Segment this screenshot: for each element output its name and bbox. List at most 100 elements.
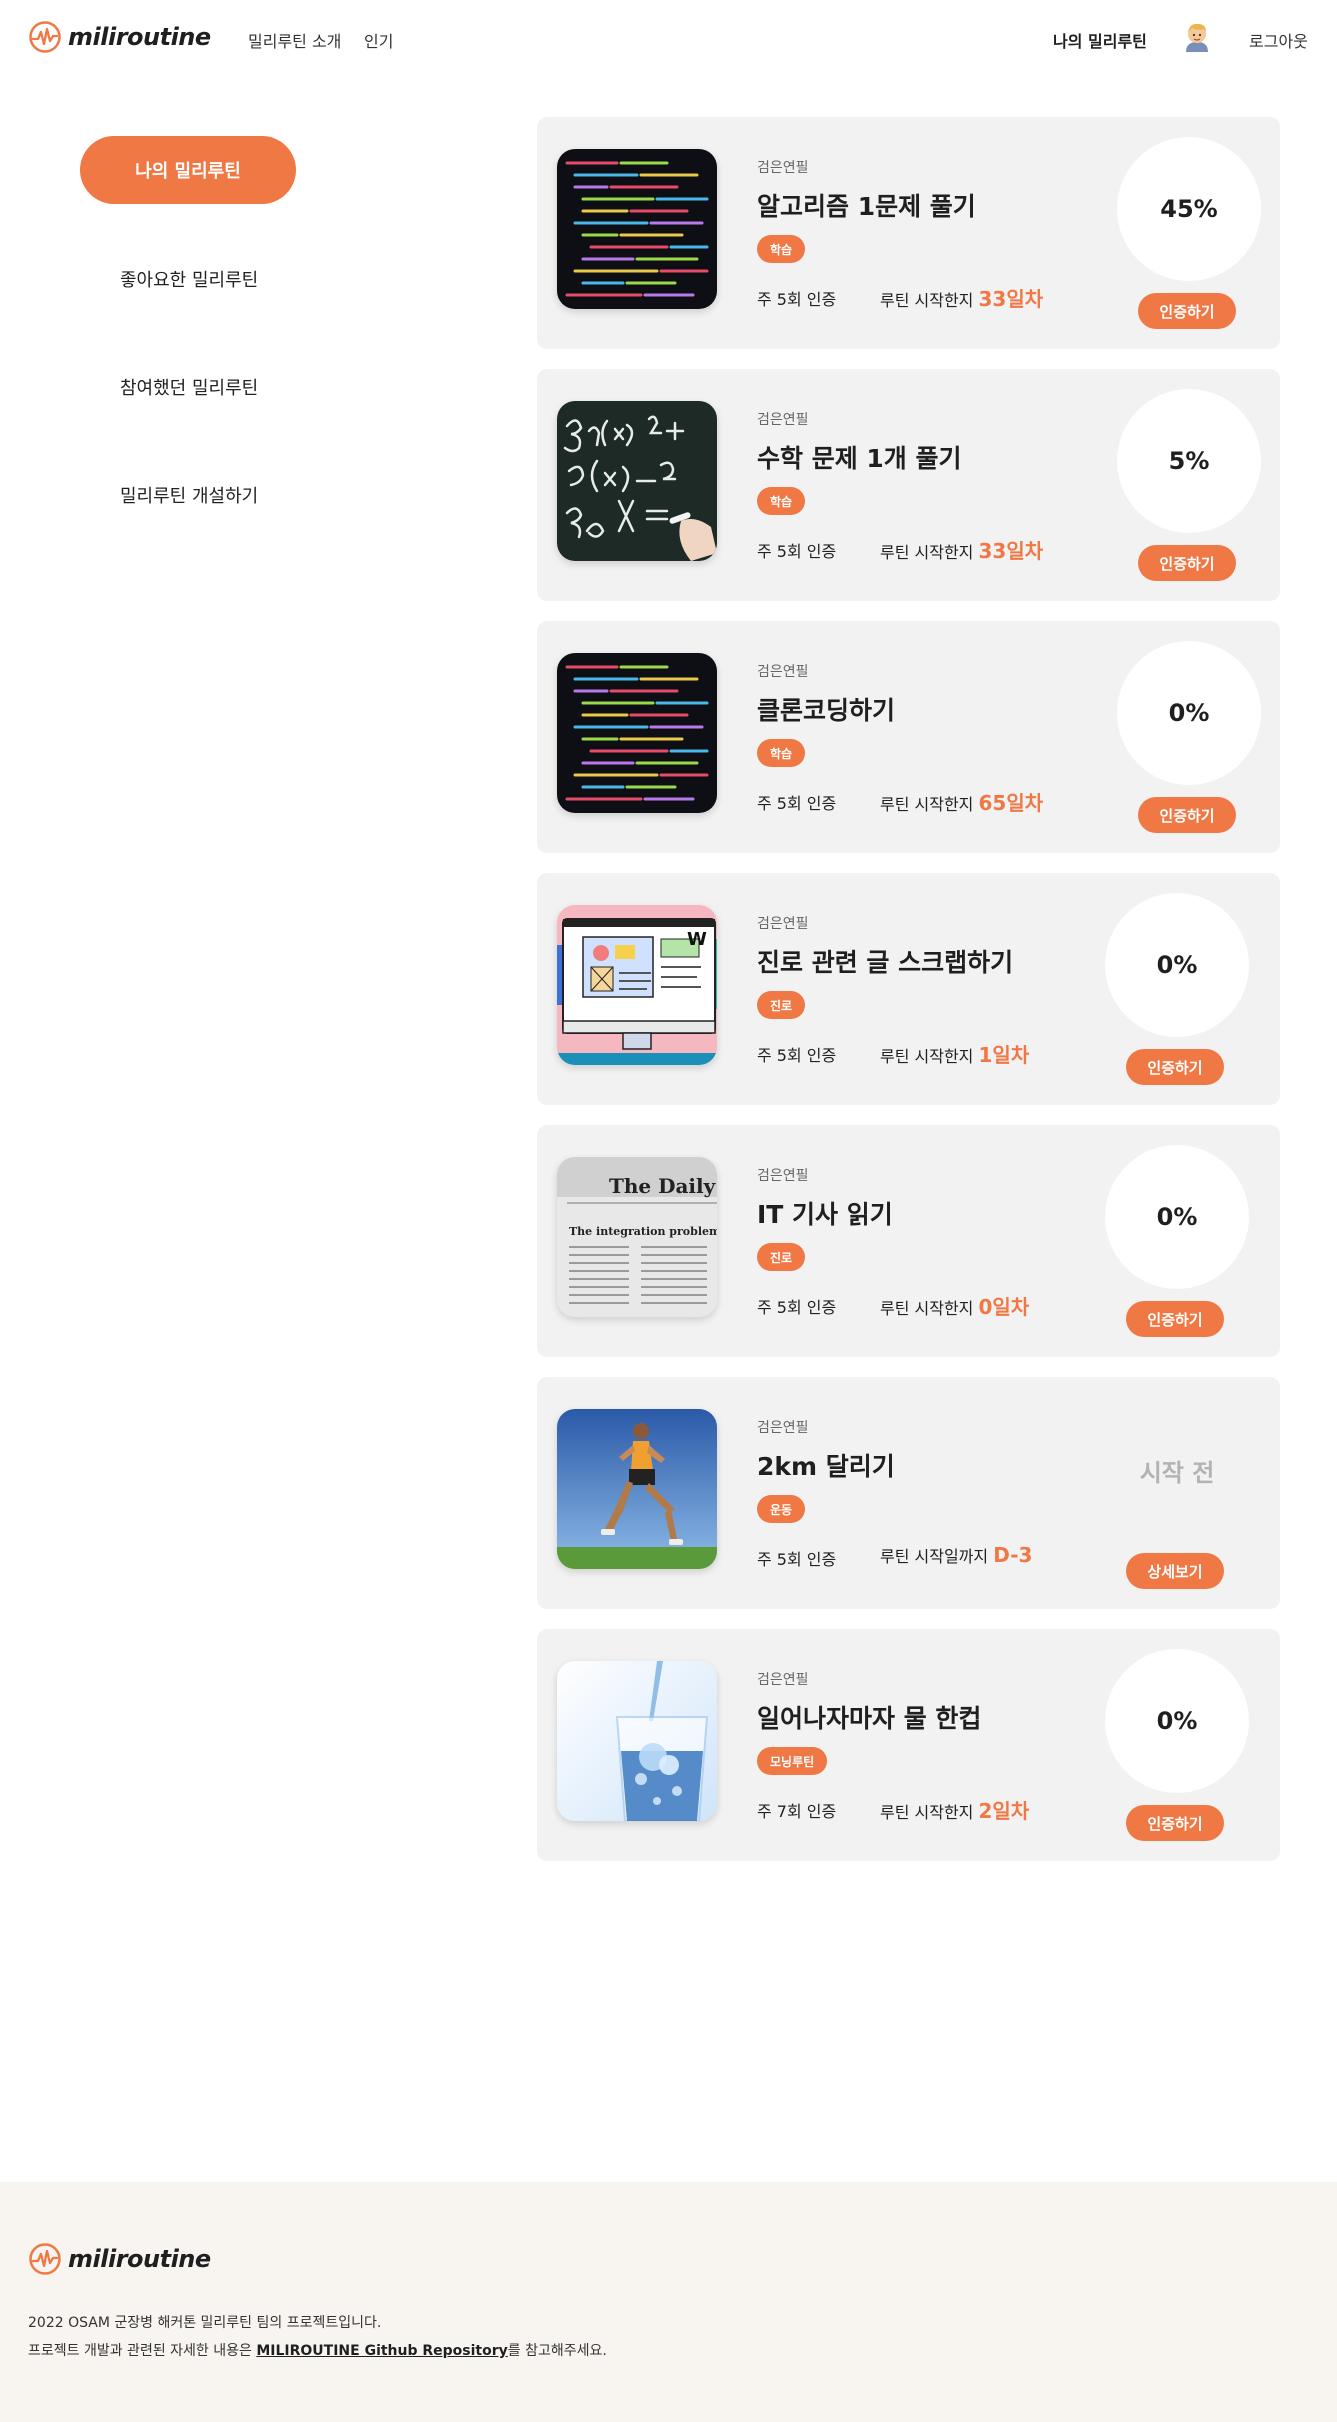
sidebar-item-liked[interactable]: 좋아요한 밀리루틴 [120, 266, 258, 292]
sidebar-item-create[interactable]: 밀리루틴 개설하기 [120, 482, 258, 508]
routine-image-code [557, 149, 717, 309]
certify-button[interactable]: 인증하기 [1138, 545, 1236, 581]
certify-button[interactable]: 인증하기 [1138, 797, 1236, 833]
routine-owner: 검은연필 [757, 916, 809, 932]
water-glass-image [557, 1661, 717, 1821]
certify-button[interactable]: 인증하기 [1138, 293, 1236, 329]
brand-name: miliroutine [68, 23, 211, 51]
routine-frequency: 주 5회 인증 [757, 542, 837, 561]
routine-title[interactable]: IT 기사 읽기 [757, 1195, 893, 1231]
routine-elapsed: 루틴 시작한지 0일차 [880, 1291, 1029, 1320]
newspaper-headline: The integration problem [569, 1225, 717, 1238]
progress-circle: 0% [1105, 1145, 1249, 1289]
routine-card[interactable]: b W 검은연필 진로 관련 글 스크랩하기 진로 [537, 873, 1280, 1105]
elapsed-value: 33일차 [978, 287, 1044, 311]
site-footer: miliroutine 2022 OSAM 군장병 해커톤 밀리루틴 팀의 프로… [0, 2182, 1337, 2422]
elapsed-value: 1일차 [978, 1043, 1030, 1067]
routine-title[interactable]: 알고리즘 1문제 풀기 [757, 187, 976, 223]
routine-elapsed: 루틴 시작한지 33일차 [880, 535, 1043, 564]
routine-title[interactable]: 수학 문제 1개 풀기 [757, 439, 962, 475]
routine-card[interactable]: 검은연필 알고리즘 1문제 풀기 학습 주 5회 인증 루틴 시작한지 33일차… [537, 117, 1280, 349]
category-badge: 진로 [757, 1243, 806, 1271]
footer-brand-name: miliroutine [68, 2245, 211, 2273]
elapsed-value: 0일차 [978, 1295, 1030, 1319]
elapsed-label: 루틴 시작한지 [880, 543, 974, 562]
category-badge: 학습 [757, 235, 806, 263]
progress-circle: 0% [1105, 1649, 1249, 1793]
web-illustration-image: b W [557, 905, 717, 1065]
nav-my-routine-link[interactable]: 나의 밀리루틴 [1053, 28, 1147, 52]
elapsed-label: 루틴 시작일까지 [880, 1547, 989, 1566]
category-badge: 학습 [757, 739, 806, 767]
footer-brand-logo[interactable]: miliroutine [28, 2242, 211, 2276]
code-screen-image [557, 653, 717, 813]
elapsed-label: 루틴 시작한지 [880, 1803, 974, 1822]
category-badge: 학습 [757, 487, 806, 515]
routine-title[interactable]: 2km 달리기 [757, 1447, 895, 1483]
nav-popular-link[interactable]: 인기 [364, 28, 393, 52]
routine-image-code [557, 653, 717, 813]
status-not-started: 시작 전 [1139, 1459, 1215, 1487]
routine-image-runner [557, 1409, 717, 1569]
routine-image-newspaper: The Daily The integration problem [557, 1157, 717, 1317]
routine-owner: 검은연필 [757, 1672, 809, 1688]
elapsed-value: D-3 [993, 1543, 1033, 1567]
routine-owner: 검은연필 [757, 664, 809, 680]
footer-repo-info: 프로젝트 개발과 관련된 자세한 내용은 MILIROUTINE Github … [28, 2340, 607, 2360]
runner-image [557, 1409, 717, 1569]
routine-image-water [557, 1661, 717, 1821]
routine-elapsed: 루틴 시작한지 33일차 [880, 283, 1043, 312]
elapsed-label: 루틴 시작한지 [880, 1299, 974, 1318]
footer-project-info: 2022 OSAM 군장병 해커톤 밀리루틴 팀의 프로젝트입니다. [28, 2315, 382, 2331]
elapsed-value: 2일차 [978, 1799, 1030, 1823]
svg-text:W: W [687, 929, 707, 950]
elapsed-label: 루틴 시작한지 [880, 291, 974, 310]
routine-card[interactable]: 검은연필 일어나자마자 물 한컵 모닝루틴 주 7회 인증 루틴 시작한지 2일… [537, 1629, 1280, 1861]
progress-circle: 0% [1117, 641, 1261, 785]
detail-button[interactable]: 상세보기 [1126, 1553, 1224, 1589]
avatar[interactable] [1178, 18, 1216, 56]
routine-card[interactable]: 검은연필 클론코딩하기 학습 주 5회 인증 루틴 시작한지 65일차 0% 인… [537, 621, 1280, 853]
nav-about-link[interactable]: 밀리루틴 소개 [248, 28, 341, 52]
routine-elapsed: 루틴 시작일까지 D-3 [880, 1543, 1032, 1567]
progress-circle: 5% [1117, 389, 1261, 533]
routine-frequency: 주 5회 인증 [757, 1046, 837, 1065]
sidebar-item-my-routine[interactable]: 나의 밀리루틴 [80, 136, 296, 204]
certify-button[interactable]: 인증하기 [1126, 1805, 1224, 1841]
logo-pulse-icon [29, 21, 61, 53]
routine-owner: 검은연필 [757, 412, 809, 428]
code-screen-image [557, 149, 717, 309]
sidebar-item-joined[interactable]: 참여했던 밀리루틴 [120, 374, 258, 400]
routine-image-web: b W [557, 905, 717, 1065]
category-badge: 운동 [757, 1495, 806, 1523]
routine-title[interactable]: 클론코딩하기 [757, 691, 895, 727]
logout-link[interactable]: 로그아웃 [1249, 28, 1308, 52]
routine-card[interactable]: 검은연필 2km 달리기 운동 주 5회 인증 루틴 시작일까지 D-3 시작 … [537, 1377, 1280, 1609]
routine-frequency: 주 7회 인증 [757, 1802, 837, 1821]
routine-card[interactable]: The Daily The integration problem 검은연필 I… [537, 1125, 1280, 1357]
category-badge: 모닝루틴 [757, 1747, 828, 1775]
chalkboard-math-image [557, 401, 717, 561]
progress-circle: 0% [1105, 893, 1249, 1037]
routine-frequency: 주 5회 인증 [757, 794, 837, 813]
footer-repo-prefix: 프로젝트 개발과 관련된 자세한 내용은 [28, 2343, 257, 2359]
routine-elapsed: 루틴 시작한지 1일차 [880, 1039, 1029, 1068]
elapsed-value: 65일차 [978, 791, 1044, 815]
routine-owner: 검은연필 [757, 1168, 809, 1184]
certify-button[interactable]: 인증하기 [1126, 1301, 1224, 1337]
category-badge: 진로 [757, 991, 806, 1019]
routine-frequency: 주 5회 인증 [757, 1298, 837, 1317]
elapsed-label: 루틴 시작한지 [880, 1047, 974, 1066]
routine-frequency: 주 5회 인증 [757, 1550, 837, 1569]
logo-pulse-icon [29, 2243, 61, 2275]
brand-logo[interactable]: miliroutine [28, 20, 211, 54]
certify-button[interactable]: 인증하기 [1126, 1049, 1224, 1085]
routine-owner: 검은연필 [757, 1420, 809, 1436]
routine-elapsed: 루틴 시작한지 2일차 [880, 1795, 1029, 1824]
routine-title[interactable]: 진로 관련 글 스크랩하기 [757, 943, 1013, 979]
routine-card[interactable]: 검은연필 수학 문제 1개 풀기 학습 주 5회 인증 루틴 시작한지 33일차… [537, 369, 1280, 601]
routine-image-math [557, 401, 717, 561]
github-repo-link[interactable]: MILIROUTINE Github Repository [256, 2343, 507, 2359]
elapsed-value: 33일차 [978, 539, 1044, 563]
routine-title[interactable]: 일어나자마자 물 한컵 [757, 1699, 981, 1735]
